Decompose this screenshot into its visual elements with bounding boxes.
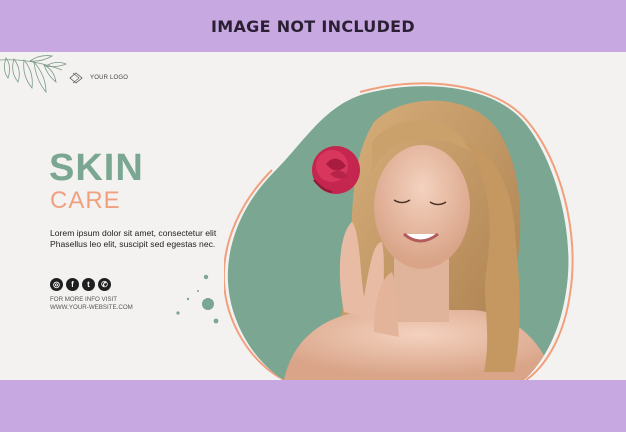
logo-text: YOUR LOGO: [90, 75, 129, 81]
paint-splash-dots: [176, 274, 219, 324]
diamond-logo-icon: [69, 72, 83, 84]
leaf-illustration: [0, 55, 68, 94]
instagram-icon[interactable]: ◎: [50, 278, 63, 291]
banner-title: IMAGE NOT INCLUDED: [211, 16, 415, 36]
brand-logo[interactable]: YOUR LOGO: [68, 72, 128, 84]
rose-flower: [312, 146, 360, 194]
bottom-banner: [0, 380, 626, 432]
top-banner: IMAGE NOT INCLUDED: [0, 0, 626, 52]
whatsapp-icon[interactable]: ✆: [98, 278, 111, 291]
headline-care: CARE: [50, 187, 121, 214]
headline-skin: SKIN: [49, 147, 144, 189]
social-icons: ◎ f t ✆: [50, 278, 111, 291]
website-link[interactable]: WWW.YOUR-WEBSITE.COM: [50, 304, 133, 311]
model-photo: [224, 82, 574, 380]
twitter-icon[interactable]: t: [82, 278, 95, 291]
contact-label: FOR MORE INFO VISIT: [50, 296, 118, 303]
description-text: Lorem ipsum dolor sit amet, consectetur …: [50, 228, 217, 249]
facebook-icon[interactable]: f: [66, 278, 79, 291]
ad-canvas: YOUR LOGO SKIN CARE Lorem ipsum dolor si…: [0, 52, 626, 380]
